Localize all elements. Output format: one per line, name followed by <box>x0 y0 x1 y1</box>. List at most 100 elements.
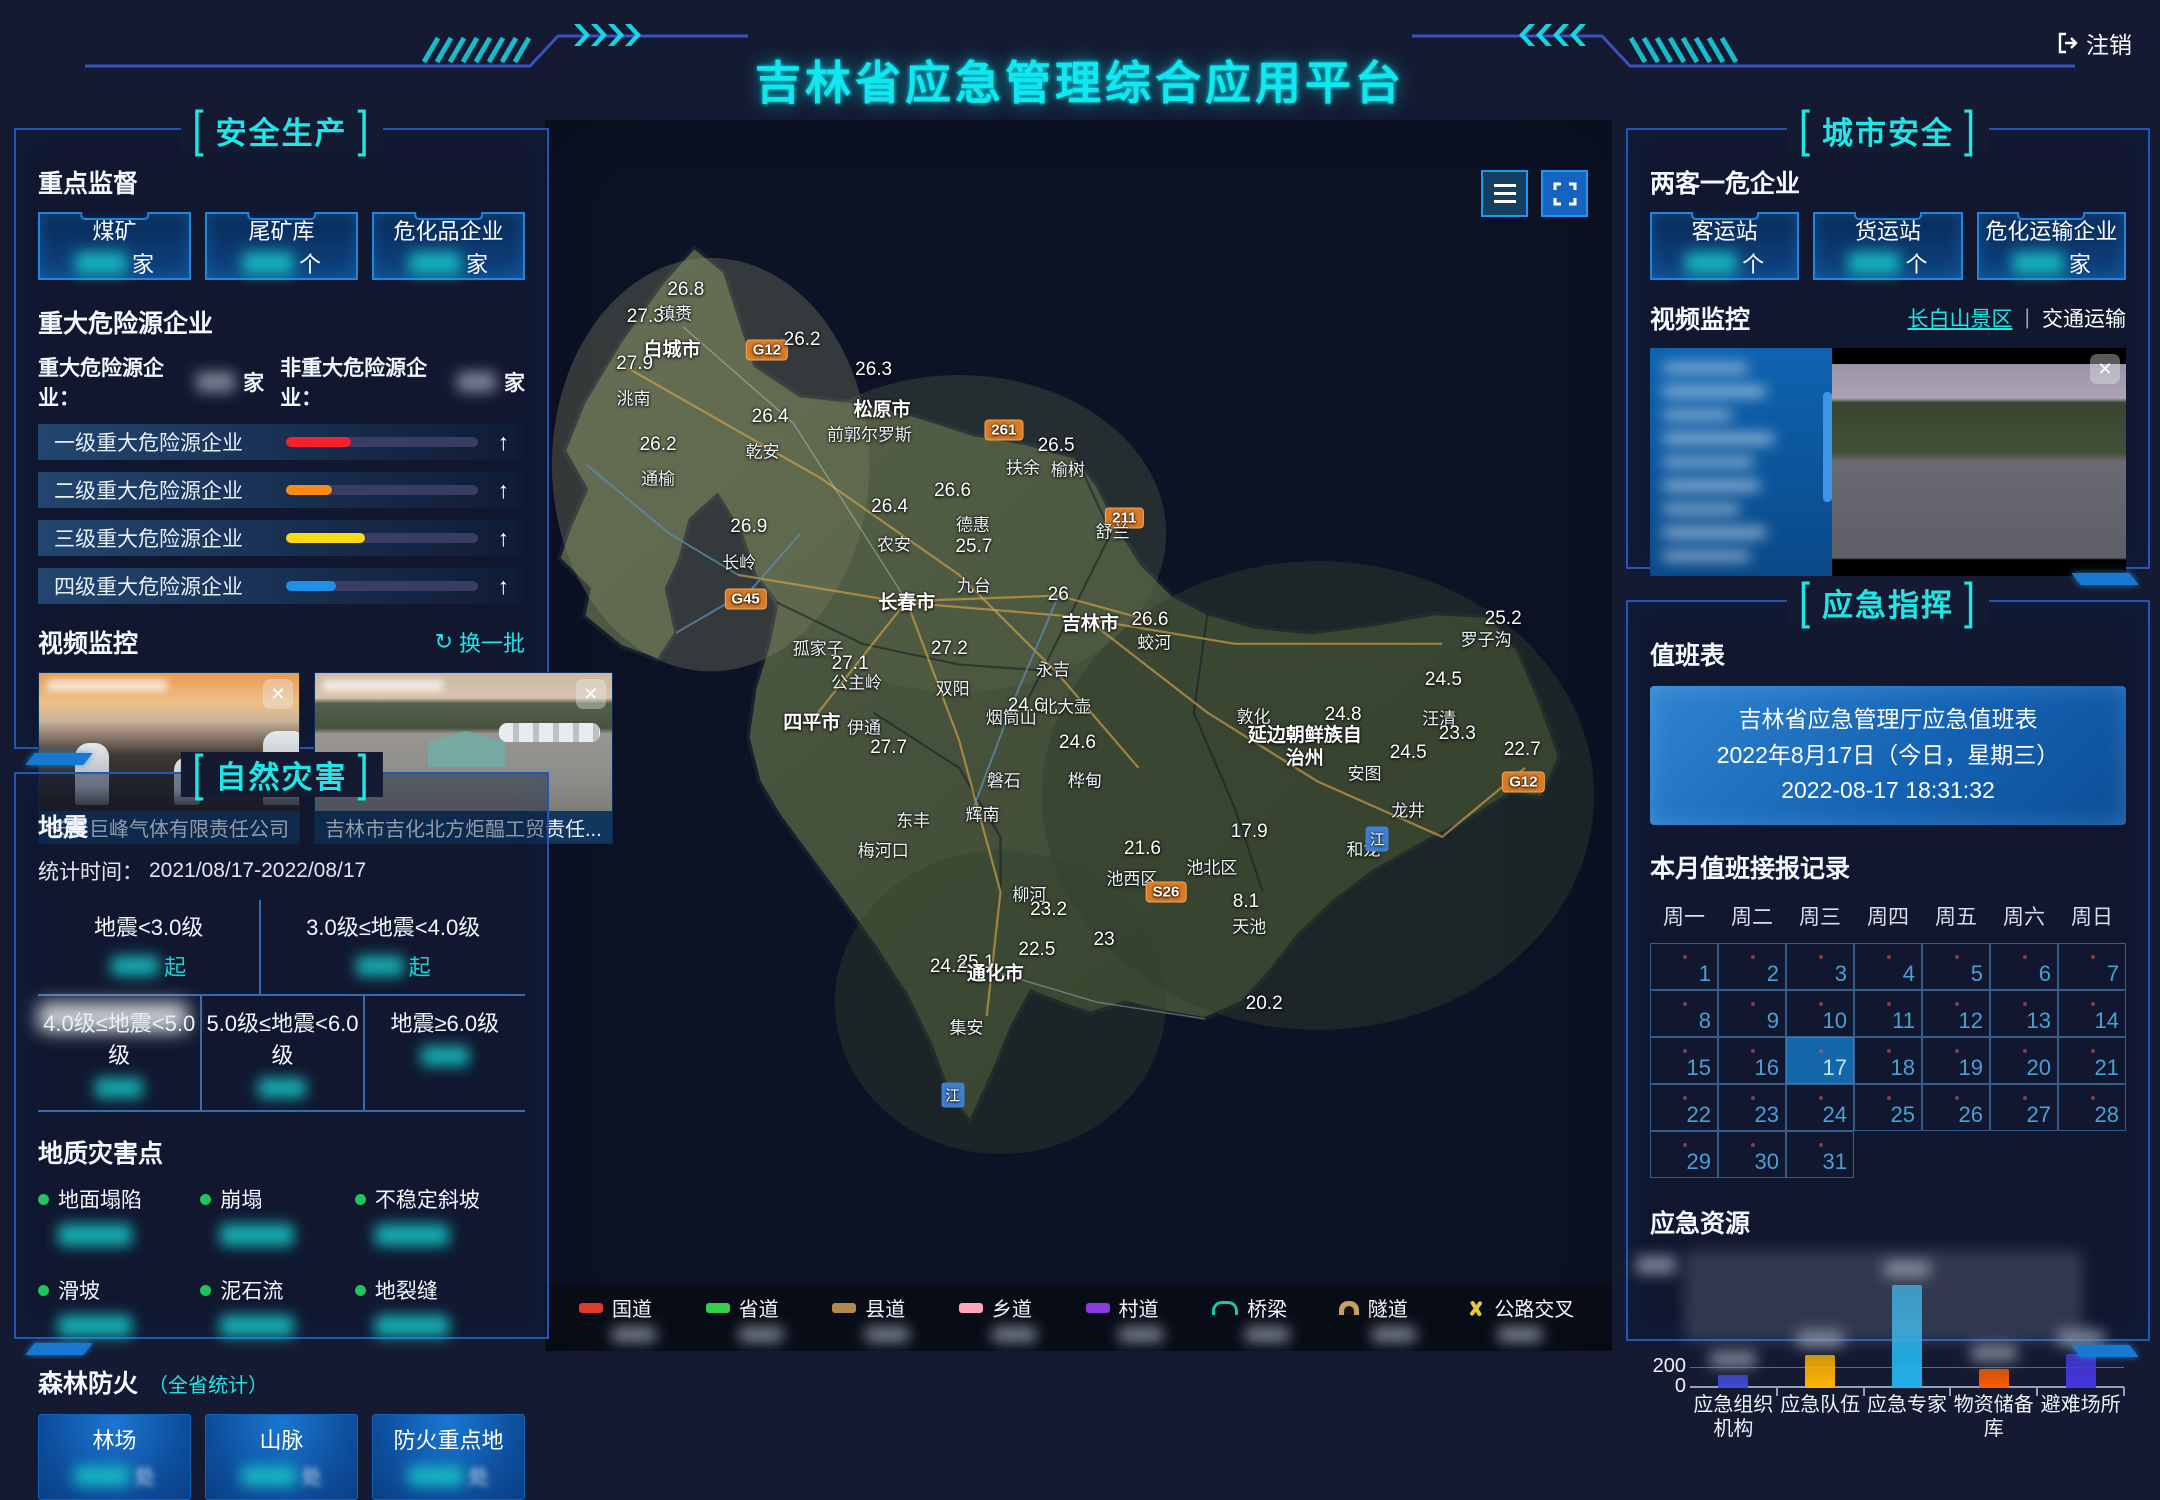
chart-bar[interactable] <box>1718 1375 1748 1388</box>
legend-item[interactable]: 桥梁 <box>1212 1293 1339 1342</box>
legend-item[interactable]: 省道 <box>706 1293 833 1342</box>
calendar-day[interactable]: 15 <box>1650 1037 1718 1084</box>
geo-hazard-count <box>375 1315 525 1342</box>
legend-item[interactable]: 县道 <box>832 1293 959 1342</box>
stat-card[interactable]: 货运站个 <box>1813 212 1962 280</box>
legend-item[interactable]: 乡道 <box>959 1293 1086 1342</box>
city-label: 辉南 <box>965 801 999 826</box>
tank-row <box>499 723 600 742</box>
scrollbar[interactable] <box>1823 392 1832 502</box>
calendar-day[interactable]: 13 <box>1990 990 2058 1037</box>
camera-list-item[interactable] <box>1662 481 1760 489</box>
legend-item[interactable]: 隧道 <box>1339 1293 1466 1342</box>
calendar-day[interactable]: 14 <box>2058 990 2126 1037</box>
calendar-day[interactable]: 20 <box>1990 1037 2058 1084</box>
chart-bar[interactable] <box>1805 1355 1835 1388</box>
forest-card[interactable]: 防火重点地处 <box>372 1414 525 1500</box>
calendar-empty-cell <box>1922 1131 1990 1176</box>
camera-list-item[interactable] <box>1662 528 1766 536</box>
camera-list-item[interactable] <box>1662 505 1740 513</box>
calendar-day[interactable]: 10 <box>1786 990 1854 1037</box>
hazard-bar-row: 一级重大危险源企业↑ <box>38 424 525 460</box>
close-icon[interactable]: ✕ <box>2090 354 2120 384</box>
calendar-day[interactable]: 26 <box>1922 1084 1990 1131</box>
camera-list-item[interactable] <box>1662 458 1754 466</box>
camera-list-item[interactable] <box>1662 364 1748 372</box>
map-fullscreen-button[interactable] <box>1541 170 1588 217</box>
calendar-day[interactable]: 6 <box>1990 943 2058 990</box>
legend-item[interactable]: 公路交叉 <box>1465 1293 1592 1342</box>
geo-hazard-count <box>58 1224 200 1251</box>
camera-list[interactable] <box>1650 348 1832 576</box>
calendar-day[interactable]: 3 <box>1786 943 1854 990</box>
city-major-label: 四平市 <box>783 707 840 734</box>
city-video-heading: 视频监控 <box>1650 300 1750 336</box>
stat-card[interactable]: 煤矿家 <box>38 212 191 280</box>
camera-list-item[interactable] <box>1662 552 1750 560</box>
city-label: 蛟河 <box>1137 628 1171 653</box>
calendar-day[interactable]: 29 <box>1650 1131 1718 1178</box>
calendar-day[interactable]: 2 <box>1718 943 1786 990</box>
camera-list-item[interactable] <box>1662 411 1732 419</box>
calendar-day[interactable]: 28 <box>2058 1084 2126 1131</box>
geo-hazard-item: 地裂缝 <box>355 1275 525 1342</box>
chart-bar[interactable] <box>2066 1354 2096 1388</box>
calendar-day[interactable]: 27 <box>1990 1084 2058 1131</box>
legend-item[interactable]: 国道 <box>579 1293 706 1342</box>
quake-unit: 起 <box>164 950 186 982</box>
calendar-day[interactable]: 23 <box>1718 1084 1786 1131</box>
ytick-0: 0 <box>1628 1375 1686 1398</box>
hazard-bar-row: 二级重大危险源企业↑ <box>38 472 525 508</box>
day-number: 5 <box>1971 961 1983 987</box>
calendar-day[interactable]: 21 <box>2058 1037 2126 1084</box>
calendar-day[interactable]: 8 <box>1650 990 1718 1037</box>
green-dot-icon <box>38 1285 49 1296</box>
close-icon[interactable]: ✕ <box>263 679 293 709</box>
temp-label: 26.5 <box>1038 435 1075 457</box>
calendar-day[interactable]: 31 <box>1786 1131 1854 1178</box>
stat-card-label: 煤矿 <box>92 214 136 246</box>
calendar-day[interactable]: 5 <box>1922 943 1990 990</box>
calendar-day[interactable]: 18 <box>1854 1037 1922 1084</box>
chart-bar[interactable] <box>1979 1369 2009 1388</box>
refresh-batch-button[interactable]: ↻ 换一批 <box>435 626 525 658</box>
calendar-day[interactable]: 12 <box>1922 990 1990 1037</box>
stat-card[interactable]: 尾矿库个 <box>205 212 358 280</box>
city-label: 罗子沟 <box>1461 626 1512 651</box>
province-map[interactable]: 26.8镇赉27.3白城市27.9G1226.226.3洮南松原市26.4前郭尔… <box>545 120 1612 1351</box>
calendar-day[interactable]: 4 <box>1854 943 1922 990</box>
camera-list-item[interactable] <box>1662 434 1774 442</box>
calendar-day[interactable]: 7 <box>2058 943 2126 990</box>
tab-changbaishan[interactable]: 长白山景区 <box>1908 303 2013 333</box>
report-dot-icon <box>2023 955 2027 959</box>
calendar-day[interactable]: 11 <box>1854 990 1922 1037</box>
logout-button[interactable]: 注销 <box>2057 26 2132 60</box>
camera-list-item[interactable] <box>1662 387 1766 395</box>
calendar-day[interactable]: 1 <box>1650 943 1718 990</box>
map-layers-button[interactable] <box>1481 170 1528 217</box>
calendar-day[interactable]: 30 <box>1718 1131 1786 1178</box>
calendar-day[interactable]: 25 <box>1854 1084 1922 1131</box>
calendar-day[interactable]: 9 <box>1718 990 1786 1037</box>
legend-label: 国道 <box>612 1293 652 1322</box>
stat-card[interactable]: 客运站个 <box>1650 212 1799 280</box>
calendar-day[interactable]: 16 <box>1718 1037 1786 1084</box>
close-icon[interactable]: ✕ <box>576 679 606 709</box>
road-shield-badge: G12 <box>746 340 788 361</box>
day-number: 4 <box>1903 961 1915 987</box>
calendar-day[interactable]: 19 <box>1922 1037 1990 1084</box>
legend-entry: 省道 <box>706 1293 833 1322</box>
stat-card[interactable]: 危化运输企业家 <box>1977 212 2126 280</box>
hazard-summary: 重大危险源企业： 家 非重大危险源企业： 家 <box>16 352 547 412</box>
calendar-day[interactable]: 17 <box>1786 1037 1854 1084</box>
calendar-day[interactable]: 24 <box>1786 1084 1854 1131</box>
forest-card[interactable]: 山脉处 <box>205 1414 358 1500</box>
redaction-blob <box>38 1002 188 1032</box>
forest-card[interactable]: 林场处 <box>38 1414 191 1500</box>
legend-item[interactable]: 村道 <box>1086 1293 1213 1342</box>
tab-transport[interactable]: 交通运输 <box>2042 303 2126 333</box>
quake-unit: 起 <box>409 950 431 982</box>
stat-card[interactable]: 危化品企业家 <box>372 212 525 280</box>
calendar-day[interactable]: 22 <box>1650 1084 1718 1131</box>
day-number: 31 <box>1823 1149 1847 1175</box>
